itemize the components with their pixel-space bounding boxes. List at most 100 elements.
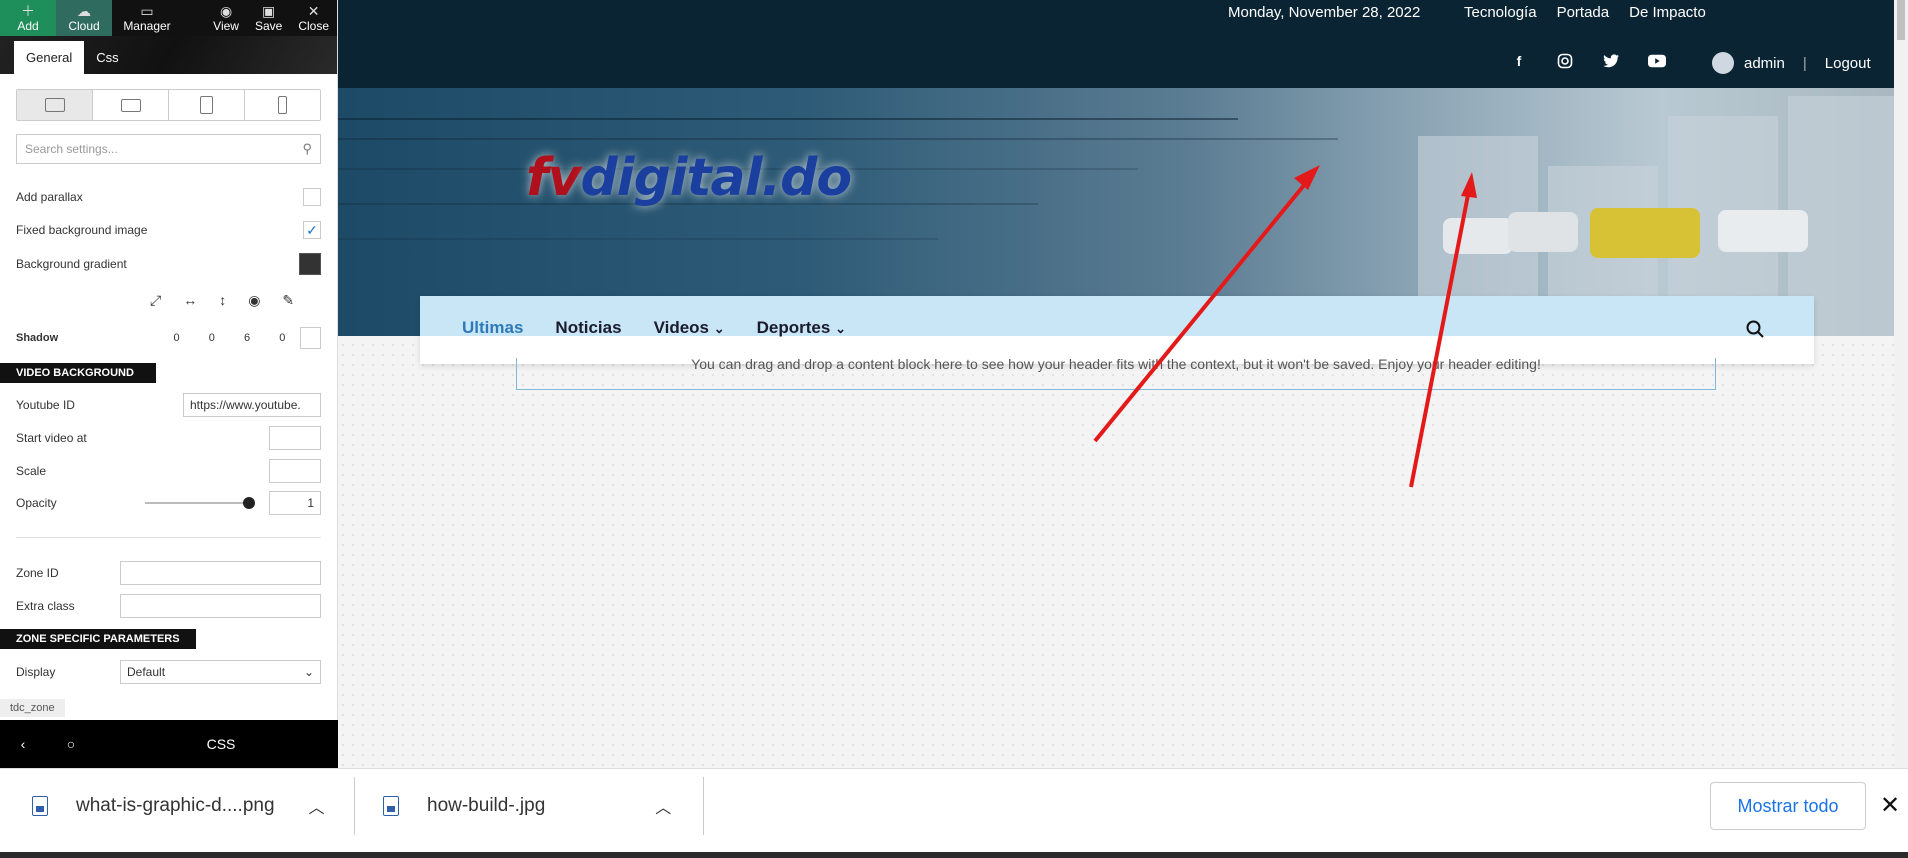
horizontal-arrows-icon[interactable]: ↔ [183, 292, 197, 309]
download-item[interactable]: how-build-.jpg ︿ [383, 769, 671, 843]
logout-link[interactable]: Logout [1825, 55, 1871, 72]
opacity-input[interactable]: 1 [269, 491, 321, 515]
separator: | [1802, 54, 1807, 72]
check-icon: ✓ [306, 221, 318, 238]
scrollbar-thumb[interactable] [1897, 0, 1905, 40]
close-button[interactable]: ✕ Close [290, 0, 337, 36]
add-parallax-checkbox[interactable] [303, 188, 321, 206]
cloud-button[interactable]: ☁ Cloud [56, 0, 112, 36]
manager-icon: ▭ [140, 3, 154, 19]
display-select[interactable]: Default ⌄ [120, 660, 321, 684]
content-dropzone[interactable]: You can drag and drop a content block he… [516, 356, 1716, 390]
download-item[interactable]: what-is-graphic-d....png ︿ [32, 769, 325, 843]
avatar[interactable] [1712, 52, 1734, 74]
youtube-id-input[interactable]: https://www.youtube. [183, 393, 321, 417]
vertical-arrows-icon[interactable]: ↕ [219, 292, 226, 309]
video-background-heading: VIDEO BACKGROUND [0, 363, 156, 383]
downloads-bar: what-is-graphic-d....png ︿ how-build-.jp… [0, 768, 1908, 858]
display-row: Display Default ⌄ [16, 660, 321, 684]
scale-row: Scale [16, 459, 321, 483]
manager-button[interactable]: ▭ Manager [112, 0, 182, 36]
main-menu: Ultimas Noticias Videos ⌄ Deportes ⌄ [420, 296, 1814, 364]
show-all-downloads-button[interactable]: Mostrar todo [1710, 782, 1866, 830]
phone-view-button[interactable] [245, 90, 320, 120]
add-parallax-row: Add parallax [16, 188, 321, 206]
tab-css[interactable]: Css [84, 41, 130, 74]
chevron-down-icon: ⌄ [713, 321, 725, 336]
scale-input[interactable] [269, 459, 321, 483]
fullscreen-icon[interactable]: ⤢ [150, 292, 161, 309]
menu-item-noticias[interactable]: Noticias [555, 318, 621, 338]
shadow-y-value[interactable]: 0 [194, 332, 229, 344]
tab-general[interactable]: General [14, 41, 85, 74]
start-video-input[interactable] [269, 426, 321, 450]
social-icons: f [1510, 52, 1666, 70]
fixed-bg-checkbox[interactable]: ✓ [303, 221, 321, 239]
tablet-landscape-icon [120, 98, 141, 112]
close-icon[interactable]: ✕ [1880, 791, 1900, 820]
slider-knob[interactable] [243, 497, 255, 509]
image-file-icon [383, 796, 399, 816]
cloud-icon: ☁ [77, 3, 91, 19]
settings-panel: ＋ Add ☁ Cloud ▭ Manager ◉ View ▣ Save ✕ Close … [0, 0, 338, 768]
gradient-color-swatch[interactable] [299, 253, 321, 275]
menu-item-videos[interactable]: Videos ⌄ [654, 318, 725, 338]
panel-tabs: General Css [0, 36, 337, 74]
settings-search-input[interactable]: Search settings... ⚲ [16, 134, 321, 164]
device-switcher [16, 89, 321, 121]
save-button[interactable]: ▣ Save [247, 0, 290, 36]
top-link-tecnologia[interactable]: Tecnología [1464, 4, 1537, 21]
extra-class-row: Extra class [16, 594, 321, 618]
android-nav-bar: ‹ ○ CSS [0, 720, 338, 768]
portrait-tablet-view-button[interactable] [169, 90, 245, 120]
css-button[interactable]: CSS [186, 736, 256, 752]
zone-id-input[interactable] [120, 561, 321, 585]
shadow-color-swatch[interactable] [299, 327, 321, 349]
canvas-scrollbar[interactable] [1894, 0, 1908, 768]
top-links: Tecnología Portada De Impacto [1464, 4, 1706, 21]
instagram-icon[interactable] [1556, 52, 1574, 70]
desktop-view-button[interactable] [17, 90, 93, 120]
blur-icon[interactable]: ◉ [248, 292, 260, 309]
view-button[interactable]: ◉ View [205, 0, 247, 36]
landscape-tablet-view-button[interactable] [93, 90, 169, 120]
add-button[interactable]: ＋ Add [0, 0, 56, 36]
opacity-slider[interactable] [145, 497, 255, 509]
top-link-portada[interactable]: Portada [1557, 4, 1610, 21]
site-top-bar: Monday, November 28, 2022 Tecnología Por… [338, 0, 1894, 88]
image-file-icon [32, 796, 48, 816]
close-icon: ✕ [307, 3, 320, 19]
chevron-up-icon[interactable]: ︿ [655, 794, 671, 818]
screen: ＋ Add ☁ Cloud ▭ Manager ◉ View ▣ Save ✕ Close … [0, 0, 1908, 858]
shadow-tools: ⤢ ↔ ↕ ◉ ✎ [150, 292, 294, 309]
opacity-row: Opacity 1 [16, 491, 321, 515]
shadow-x-value[interactable]: 0 [159, 332, 194, 344]
username[interactable]: admin [1744, 55, 1785, 72]
site-logo[interactable]: fvdigital.do [526, 148, 852, 208]
back-icon[interactable]: ‹ [0, 736, 46, 752]
youtube-id-row: Youtube ID https://www.youtube. [16, 393, 321, 417]
search-icon[interactable] [1746, 320, 1764, 338]
home-icon[interactable]: ○ [46, 736, 96, 752]
shadow-row: Shadow 0 0 6 0 [16, 327, 321, 349]
menu-item-deportes[interactable]: Deportes ⌄ [757, 318, 846, 338]
facebook-icon[interactable]: f [1510, 52, 1528, 70]
start-video-row: Start video at [16, 426, 321, 450]
shadow-spread-value[interactable]: 0 [265, 332, 300, 344]
twitter-icon[interactable] [1602, 52, 1620, 70]
chevron-down-icon: ⌄ [303, 665, 314, 679]
chevron-up-icon[interactable]: ︿ [309, 794, 325, 818]
top-link-de-impacto[interactable]: De Impacto [1629, 4, 1706, 21]
shadow-blur-value[interactable]: 6 [229, 332, 264, 344]
search-icon: ⚲ [302, 141, 312, 156]
zone-id-row: Zone ID [16, 561, 321, 585]
menu-item-ultimas[interactable]: Ultimas [462, 318, 523, 338]
youtube-icon[interactable] [1648, 52, 1666, 70]
preview-canvas: Monday, November 28, 2022 Tecnología Por… [338, 0, 1908, 768]
chevron-down-icon: ⌄ [835, 321, 846, 336]
user-menu: admin | Logout [1712, 52, 1871, 74]
tdc-zone-tag: tdc_zone [0, 699, 65, 717]
fixed-bg-row: Fixed background image ✓ [16, 221, 321, 239]
extra-class-input[interactable] [120, 594, 321, 618]
color-picker-icon[interactable]: ✎ [282, 292, 294, 309]
